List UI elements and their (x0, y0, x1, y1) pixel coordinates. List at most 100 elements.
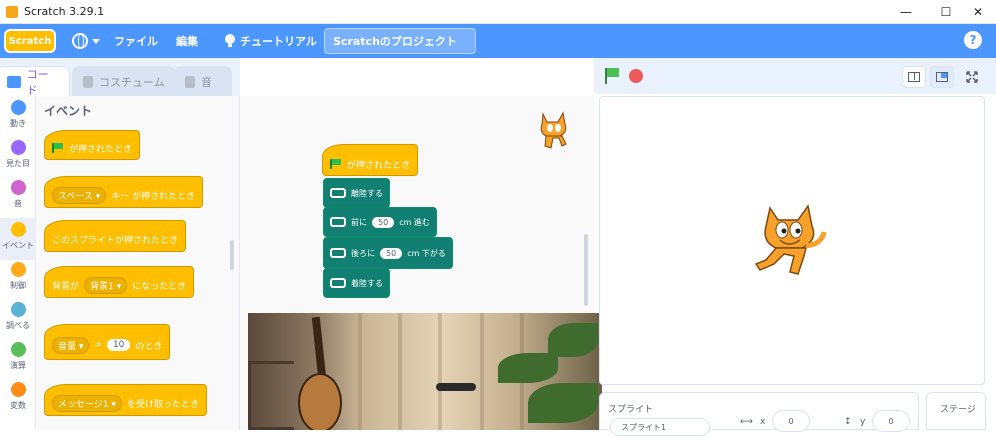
block-text: のとき (135, 341, 163, 352)
guitar-neck-image (311, 316, 327, 380)
variables-dot-icon (10, 382, 26, 397)
category-label: 動き (10, 119, 26, 128)
curtain-fold (358, 313, 362, 430)
category-looks[interactable]: 見た目 (0, 140, 36, 180)
scratch-app-icon (6, 5, 18, 18)
edit-menu[interactable]: 編集 (176, 33, 198, 49)
category-variables[interactable]: 変数 (0, 382, 36, 422)
language-menu[interactable] (72, 33, 100, 49)
sprite-pane-label: スプライト (608, 405, 654, 415)
x-label: x (760, 417, 766, 427)
loudness-number-input[interactable]: 10 (106, 339, 131, 351)
project-title-input[interactable]: Scratchのプロジェクト (324, 28, 476, 54)
normal-stage-button[interactable] (930, 66, 954, 88)
editor-tabs: コード コスチューム 音 (0, 58, 240, 97)
scratch-cat-sprite-icon[interactable] (748, 198, 832, 282)
green-flag-icon (330, 159, 342, 169)
sprite-name-input[interactable]: スプライト1 (610, 418, 710, 436)
file-menu[interactable]: ファイル (114, 33, 158, 49)
fullscreen-icon (966, 71, 978, 83)
category-control[interactable]: 制御 (0, 262, 36, 302)
palette-scrollbar[interactable] (230, 240, 234, 270)
block-text: 前に (351, 217, 367, 227)
stop-button[interactable] (629, 69, 643, 83)
plant-leaf (548, 323, 598, 357)
block-palette: イベント が押されたとき スペース ▾ キー が押されたとき このスプライトが押… (36, 96, 240, 430)
when-backdrop-switches-block[interactable]: 背景が 背景1 ▾ になったとき (44, 266, 195, 298)
block-text: が押されたとき (347, 160, 411, 171)
category-operators[interactable]: 演算 (0, 342, 36, 382)
backdrop-dropdown-value: 背景1 (90, 281, 114, 292)
when-flag-clicked-block[interactable]: が押されたとき (44, 130, 141, 160)
script-hat-flag-block[interactable]: が押されたとき (322, 144, 419, 176)
minimize-button[interactable]: — (888, 0, 924, 24)
maximize-button[interactable]: ☐ (928, 0, 964, 24)
tab-sounds[interactable]: 音 (174, 66, 232, 96)
window-titlebar: Scratch 3.29.1 (0, 0, 996, 24)
close-button[interactable]: ✕ (960, 0, 996, 24)
drone-icon (330, 278, 346, 288)
small-stage-button[interactable] (902, 66, 926, 88)
globe-icon (72, 33, 88, 49)
palette-heading: イベント (44, 104, 93, 118)
category-sound[interactable]: 音 (0, 180, 36, 220)
block-text: このスプライトが押されたとき (52, 235, 179, 246)
tab-costumes[interactable]: コスチューム (72, 66, 176, 96)
code-icon (7, 76, 21, 88)
forward-distance-input[interactable]: 50 (372, 216, 395, 228)
when-sprite-clicked-block[interactable]: このスプライトが押されたとき (44, 220, 187, 252)
green-flag-run-button[interactable] (602, 66, 622, 86)
motion-dot-icon (10, 100, 26, 115)
when-key-pressed-block[interactable]: スペース ▾ キー が押されたとき (44, 176, 204, 208)
category-sensing[interactable]: 調べる (0, 302, 36, 342)
chair-image (248, 361, 294, 430)
category-label: 調べる (6, 321, 30, 330)
loudness-dropdown-value: 音量 (58, 341, 77, 352)
y-arrow-icon: ↕ (844, 417, 852, 427)
drone-icon (330, 188, 346, 198)
operators-dot-icon (10, 342, 26, 357)
tab-sounds-label: 音 (201, 75, 212, 89)
webcam-overlay (248, 313, 602, 430)
sprite-thumbnail-cat-icon (540, 111, 567, 149)
category-label: 音 (14, 199, 22, 208)
category-label: 見た目 (6, 159, 30, 168)
window-title: Scratch 3.29.1 (24, 5, 105, 18)
message-dropdown-value: メッセージ1 (58, 399, 109, 410)
category-motion[interactable]: 動き (0, 100, 36, 140)
script-scrollbar[interactable] (584, 234, 588, 306)
small-stage-icon (908, 72, 920, 82)
block-text: が押されたとき (69, 144, 133, 155)
backdrop-dropdown[interactable]: 背景1 ▾ (84, 276, 128, 294)
loudness-dropdown[interactable]: 音量 ▾ (52, 336, 90, 354)
help-button[interactable]: ? (964, 31, 982, 49)
block-text: 背景が (52, 281, 80, 292)
takeoff-block[interactable]: 離陸する (323, 178, 390, 208)
when-loudness-block[interactable]: 音量 ▾ > 10 のとき (44, 324, 171, 360)
category-events[interactable]: イベント (0, 218, 36, 260)
scratch-logo[interactable]: Scratch (4, 29, 56, 53)
control-dot-icon (10, 262, 26, 277)
message-dropdown[interactable]: メッセージ1 ▾ (52, 394, 122, 412)
normal-stage-icon (936, 72, 948, 82)
tutorials-menu[interactable]: チュートリアル (224, 33, 317, 49)
move-back-block[interactable]: 後ろに 50 cm 下がる (323, 237, 453, 269)
y-label: y (860, 417, 866, 427)
y-position-input[interactable]: 0 (872, 410, 910, 432)
block-text: 着陸する (351, 278, 383, 288)
fullscreen-button[interactable] (960, 66, 984, 88)
curtain-fold (398, 313, 402, 430)
events-dot-icon (10, 222, 26, 237)
back-distance-input[interactable]: 50 (380, 247, 403, 259)
tab-code[interactable]: コード (0, 66, 70, 97)
sensing-dot-icon (10, 302, 26, 317)
land-block[interactable]: 着陸する (323, 268, 390, 298)
block-text: になったとき (132, 281, 187, 292)
tab-code-label: コード (26, 68, 49, 97)
key-dropdown[interactable]: スペース ▾ (52, 186, 107, 204)
move-forward-block[interactable]: 前に 50 cm 進む (323, 207, 437, 237)
sound-dot-icon (10, 180, 26, 195)
x-position-input[interactable]: 0 (772, 410, 810, 432)
drone-icon (330, 217, 346, 227)
when-i-receive-block[interactable]: メッセージ1 ▾ を受け取ったとき (44, 384, 207, 416)
